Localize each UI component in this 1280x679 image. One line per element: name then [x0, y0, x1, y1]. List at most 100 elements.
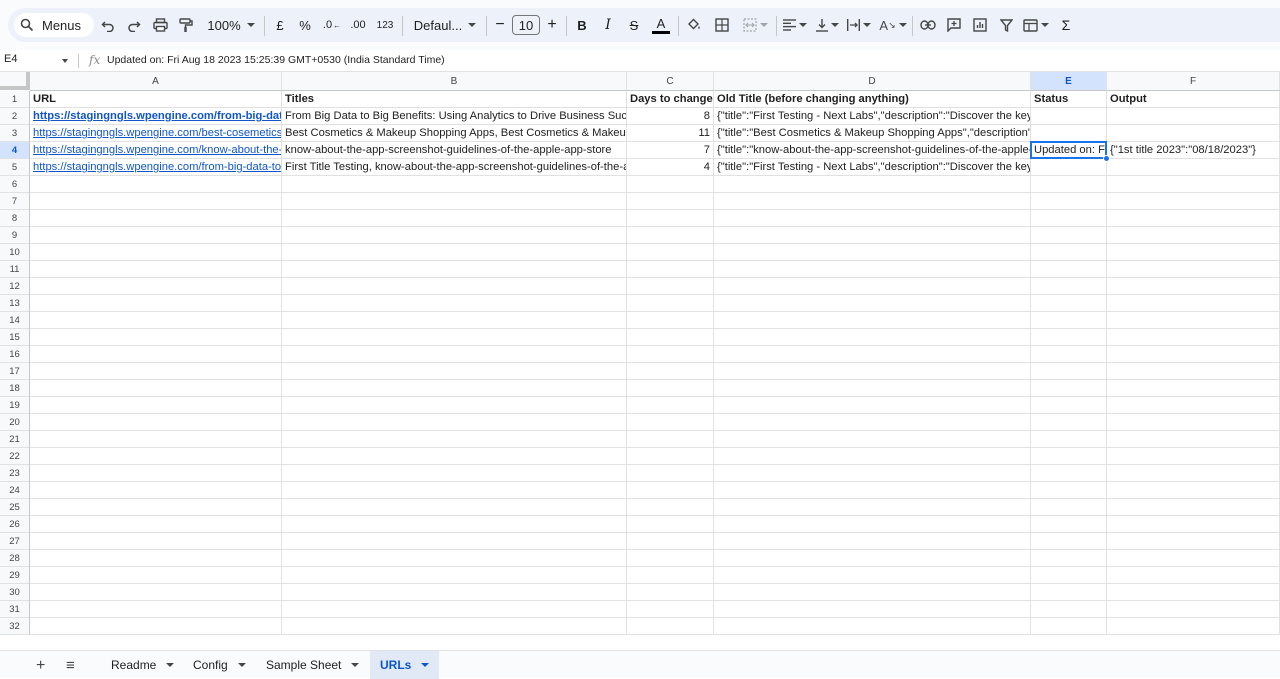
grid-cell[interactable] — [714, 278, 1031, 295]
old-title-cell[interactable]: {"title":"know-about-the-app-screenshot-… — [714, 142, 1031, 159]
grid-cell[interactable] — [714, 601, 1031, 618]
grid-cell[interactable] — [714, 448, 1031, 465]
url-cell[interactable]: https://stagingngls.wpengine.com/know-ab… — [30, 142, 282, 159]
grid-cell[interactable] — [714, 312, 1031, 329]
grid-cell[interactable] — [30, 414, 282, 431]
grid-cell[interactable] — [282, 312, 627, 329]
grid-cell[interactable] — [30, 533, 282, 550]
font-size-input[interactable]: 10 — [512, 15, 540, 35]
grid-cell[interactable] — [714, 550, 1031, 567]
grid-cell[interactable] — [1107, 108, 1280, 125]
grid-cell[interactable] — [1107, 278, 1280, 295]
grid-cell[interactable] — [1107, 346, 1280, 363]
grid-cell[interactable] — [627, 431, 714, 448]
grid-cell[interactable] — [1107, 261, 1280, 278]
zoom-select[interactable]: 100% — [202, 11, 260, 39]
grid-cell[interactable] — [282, 329, 627, 346]
grid-cell[interactable] — [714, 618, 1031, 635]
grid-cell[interactable] — [282, 448, 627, 465]
grid-cell[interactable] — [627, 567, 714, 584]
grid-cell[interactable] — [30, 448, 282, 465]
spreadsheet-grid[interactable]: A B C D E F 1 2 3 4 5 6 7 8 9 10 11 12 13 14 15 16 17 18 19 20 21 2… — [0, 72, 1280, 638]
header-cell[interactable]: Days to change — [627, 91, 714, 108]
grid-cell[interactable] — [627, 380, 714, 397]
grid-cell[interactable] — [1107, 397, 1280, 414]
column-header-b[interactable]: B — [282, 72, 627, 91]
grid-cell[interactable] — [627, 278, 714, 295]
grid-cell[interactable] — [1031, 465, 1107, 482]
chevron-down-icon[interactable] — [166, 663, 175, 667]
functions-button[interactable]: Σ — [1056, 11, 1076, 39]
grid-cell[interactable] — [30, 363, 282, 380]
grid-cell[interactable] — [714, 346, 1031, 363]
grid-cell[interactable] — [627, 244, 714, 261]
increase-font-size-button[interactable]: + — [544, 11, 560, 39]
row-header-32[interactable]: 32 — [0, 618, 30, 635]
grid-cell[interactable] — [627, 193, 714, 210]
grid-cell[interactable] — [714, 482, 1031, 499]
grid-cell[interactable] — [627, 346, 714, 363]
grid-cell[interactable] — [627, 363, 714, 380]
grid-cell[interactable] — [627, 329, 714, 346]
add-sheet-button[interactable]: + — [36, 657, 45, 675]
grid-cell[interactable] — [1031, 448, 1107, 465]
grid-cell[interactable] — [714, 329, 1031, 346]
row-header-27[interactable]: 27 — [0, 533, 30, 550]
grid-cell[interactable] — [1031, 346, 1107, 363]
grid-cell[interactable] — [30, 261, 282, 278]
row-header-17[interactable]: 17 — [0, 363, 30, 380]
grid-cell[interactable] — [1107, 210, 1280, 227]
grid-cell[interactable] — [1031, 601, 1107, 618]
grid-cell[interactable] — [714, 431, 1031, 448]
grid-cell[interactable] — [1031, 193, 1107, 210]
grid-cell[interactable] — [714, 414, 1031, 431]
days-cell[interactable]: 11 — [627, 125, 714, 142]
row-header-30[interactable]: 30 — [0, 584, 30, 601]
grid-cell[interactable] — [30, 295, 282, 312]
insert-comment-button[interactable] — [944, 11, 964, 39]
percent-format-button[interactable]: % — [297, 11, 313, 39]
text-rotation-button[interactable]: A ↘ — [878, 11, 908, 39]
grid-cell[interactable] — [1031, 584, 1107, 601]
font-select[interactable]: Defaul... — [410, 11, 480, 39]
chevron-down-icon[interactable] — [351, 663, 360, 667]
grid-cell[interactable] — [1031, 499, 1107, 516]
sheet-tab-urls[interactable]: URLs — [370, 651, 440, 679]
row-header-3[interactable]: 3 — [0, 125, 30, 142]
sheet-tab-config[interactable]: Config — [183, 651, 256, 679]
row-header-18[interactable]: 18 — [0, 380, 30, 397]
chevron-down-icon[interactable] — [62, 59, 68, 63]
grid-cell[interactable] — [282, 550, 627, 567]
grid-cell[interactable] — [1031, 108, 1107, 125]
old-title-cell[interactable]: {"title":"First Testing - Next Labs","de… — [714, 159, 1031, 176]
row-header-2[interactable]: 2 — [0, 108, 30, 125]
grid-cell[interactable] — [1031, 550, 1107, 567]
row-header-11[interactable]: 11 — [0, 261, 30, 278]
grid-cell[interactable] — [627, 482, 714, 499]
grid-cell[interactable] — [714, 227, 1031, 244]
all-sheets-button[interactable]: ≡ — [66, 657, 75, 674]
row-header-25[interactable]: 25 — [0, 499, 30, 516]
name-box[interactable]: E4 — [4, 53, 17, 65]
grid-cell[interactable] — [282, 618, 627, 635]
italic-button[interactable]: I — [600, 11, 616, 39]
url-cell[interactable]: https://stagingngls.wpengine.com/from-bi… — [30, 159, 282, 176]
text-color-button[interactable]: A — [650, 11, 672, 39]
grid-cell[interactable] — [30, 465, 282, 482]
grid-cell[interactable] — [714, 193, 1031, 210]
grid-cell[interactable] — [282, 516, 627, 533]
grid-cell[interactable] — [30, 397, 282, 414]
paint-format-button[interactable] — [176, 11, 196, 39]
grid-cell[interactable] — [1031, 295, 1107, 312]
output-cell[interactable]: {"1st title 2023":"08/18/2023"} — [1107, 142, 1280, 159]
grid-cell[interactable] — [282, 363, 627, 380]
grid-cell[interactable] — [627, 176, 714, 193]
grid-cell[interactable] — [282, 431, 627, 448]
grid-cell[interactable] — [30, 618, 282, 635]
grid-cell[interactable] — [30, 601, 282, 618]
grid-cell[interactable] — [30, 210, 282, 227]
merge-cells-button[interactable] — [738, 11, 772, 39]
grid-cell[interactable] — [1031, 210, 1107, 227]
grid-cell[interactable] — [282, 210, 627, 227]
grid-cell[interactable] — [627, 499, 714, 516]
